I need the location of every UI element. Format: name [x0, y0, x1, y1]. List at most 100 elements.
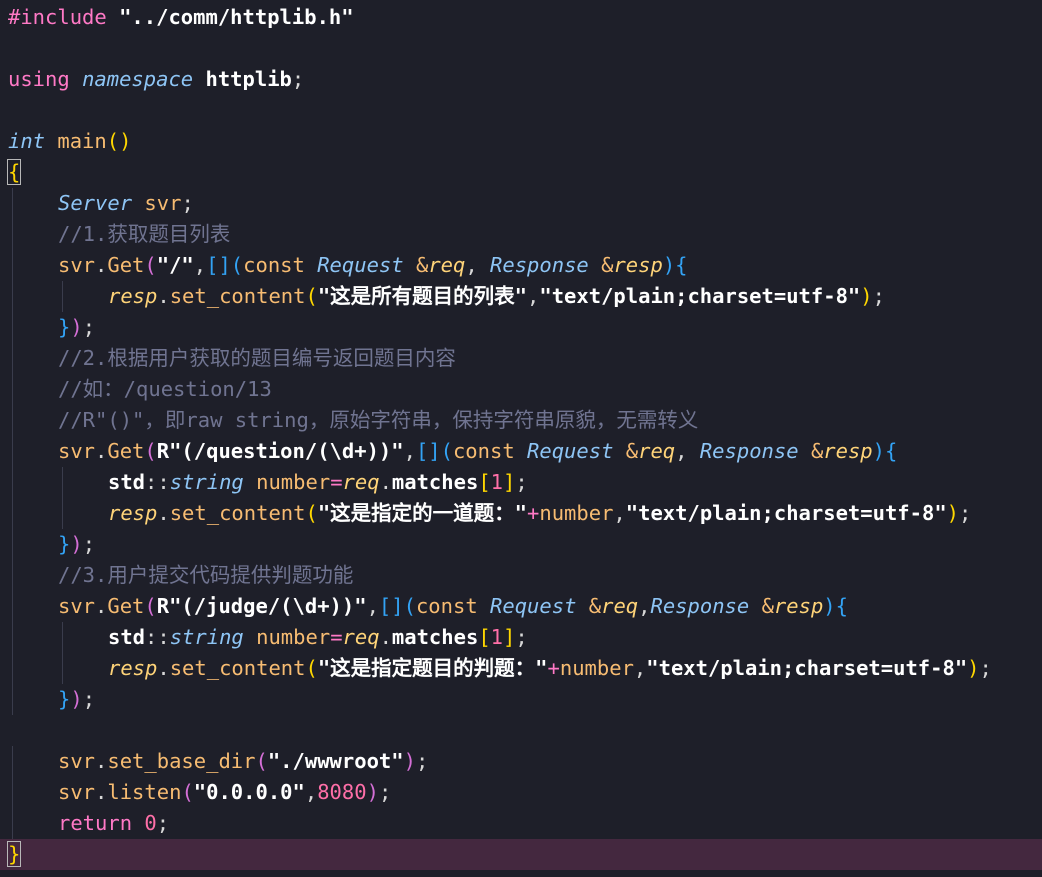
code-token: number	[539, 501, 614, 525]
code-token: .	[379, 625, 392, 649]
code-token: }	[58, 532, 71, 556]
code-text: //3.用户提交代码提供判题功能	[58, 560, 353, 591]
code-token: svr	[58, 439, 96, 463]
code-text: //R"()"，即raw string，原始字符串，保持字符串原貌，无需转义	[58, 405, 698, 436]
code-token: .	[95, 253, 108, 277]
code-line[interactable]: });	[0, 529, 1042, 560]
code-token: (	[144, 439, 157, 463]
code-token: req	[342, 470, 380, 494]
code-editor[interactable]: #include "../comm/httplib.h" using namesp…	[0, 0, 1042, 877]
code-token: ;	[515, 470, 528, 494]
code-text: resp.set_content("这是指定的一道题："+number,"tex…	[108, 498, 971, 529]
code-line[interactable]: }	[0, 839, 1042, 870]
code-text: });	[58, 684, 95, 715]
code-token: ,	[675, 439, 700, 463]
indent-guide	[62, 653, 63, 684]
code-token: .	[157, 501, 170, 525]
code-line[interactable]: svr.Get(R"(/judge/(\d+))",[](const Reque…	[0, 591, 1042, 622]
code-token: Request	[527, 439, 626, 463]
code-line[interactable]: resp.set_content("这是指定题目的判题："+number,"te…	[0, 653, 1042, 684]
code-line[interactable]: svr.Get(R"(/question/(\d+))",[](const Re…	[0, 436, 1042, 467]
code-line[interactable]: });	[0, 312, 1042, 343]
code-token: ;	[291, 67, 305, 91]
code-line[interactable]: #include "../comm/httplib.h"	[0, 2, 1042, 33]
code-line[interactable]	[0, 95, 1042, 126]
indent-guide	[12, 591, 13, 622]
code-token: [	[478, 625, 491, 649]
code-token: resp	[613, 253, 663, 277]
code-token: "text/plain;charset=utf-8"	[646, 656, 968, 680]
code-token: number	[256, 625, 331, 649]
code-text: std::string number=req.matches[1];	[108, 467, 528, 498]
code-token: number	[256, 470, 331, 494]
code-token: ;	[515, 625, 528, 649]
code-line[interactable]: svr.listen("0.0.0.0",8080);	[0, 777, 1042, 808]
code-token: (	[305, 501, 318, 525]
code-text: resp.set_content("这是指定题目的判题："+number,"te…	[108, 653, 992, 684]
code-token: }	[6, 841, 22, 867]
indent-guide	[12, 343, 13, 374]
code-line[interactable]: //2.根据用户获取的题目编号返回题目内容	[0, 343, 1042, 374]
code-token: &	[810, 439, 824, 463]
code-line[interactable]	[0, 33, 1042, 64]
code-token: )	[967, 656, 980, 680]
code-token: "text/plain;charset=utf-8"	[539, 284, 861, 308]
code-line[interactable]: using namespace httplib;	[0, 64, 1042, 95]
code-token: ;	[378, 780, 392, 804]
code-token: ,	[638, 594, 651, 618]
code-token: .	[95, 439, 108, 463]
code-token: //1.获取题目列表	[58, 222, 231, 246]
code-token: namespace	[82, 67, 206, 91]
code-line[interactable]: int main()	[0, 126, 1042, 157]
code-line[interactable]: //如：/question/13	[0, 374, 1042, 405]
code-token: string	[169, 625, 257, 649]
code-token: )	[403, 749, 416, 773]
code-line[interactable]: return 0;	[0, 808, 1042, 839]
code-line[interactable]: });	[0, 684, 1042, 715]
code-line[interactable]: //R"()"，即raw string，原始字符串，保持字符串原貌，无需转义	[0, 405, 1042, 436]
code-token: (	[144, 253, 157, 277]
code-line[interactable]: //3.用户提交代码提供判题功能	[0, 560, 1042, 591]
code-token: +	[547, 656, 560, 680]
code-line[interactable]: //1.获取题目列表	[0, 219, 1042, 250]
code-token: set_content	[169, 284, 306, 308]
code-token: int	[8, 129, 58, 153]
code-line[interactable]: resp.set_content("这是指定的一道题："+number,"tex…	[0, 498, 1042, 529]
code-line[interactable]: std::string number=req.matches[1];	[0, 622, 1042, 653]
code-token: [](	[415, 439, 453, 463]
code-token: ,	[193, 253, 207, 277]
code-token: )	[946, 501, 960, 525]
code-token: req	[342, 625, 380, 649]
code-line[interactable]: resp.set_content("这是所有题目的列表","text/plain…	[0, 281, 1042, 312]
code-line[interactable]: svr.set_base_dir("./wwwroot");	[0, 746, 1042, 777]
code-token: Response	[490, 253, 602, 277]
code-line[interactable]: {	[0, 157, 1042, 188]
code-token: ;	[415, 749, 429, 773]
code-line[interactable]	[0, 715, 1042, 746]
code-token: .	[95, 594, 108, 618]
code-token: "这是所有题目的列表"	[317, 284, 528, 308]
code-token: //3.用户提交代码提供判题功能	[58, 563, 354, 587]
code-token: (	[305, 656, 318, 680]
indent-guide	[12, 808, 13, 839]
code-token: Get	[107, 594, 145, 618]
indent-guide	[12, 653, 13, 684]
code-line[interactable]: std::string number=req.matches[1];	[0, 467, 1042, 498]
code-token: (	[181, 780, 194, 804]
code-token: 8080	[317, 780, 367, 804]
code-token: ,	[465, 253, 491, 277]
code-token: const	[243, 253, 318, 277]
code-line[interactable]: svr.Get("/",[](const Request &req, Respo…	[0, 250, 1042, 281]
code-token: using	[8, 67, 83, 91]
code-token: resp	[108, 656, 158, 680]
code-token: "./wwwroot"	[267, 749, 404, 773]
code-text: return 0;	[58, 808, 169, 839]
code-text: resp.set_content("这是所有题目的列表","text/plain…	[108, 281, 885, 312]
code-token: ,	[366, 594, 379, 618]
code-token: &	[415, 253, 429, 277]
code-text: Server svr;	[58, 188, 194, 219]
code-line[interactable]: Server svr;	[0, 188, 1042, 219]
indent-guide	[12, 312, 13, 343]
code-text: //如：/question/13	[58, 374, 272, 405]
code-token: ;	[82, 687, 96, 711]
